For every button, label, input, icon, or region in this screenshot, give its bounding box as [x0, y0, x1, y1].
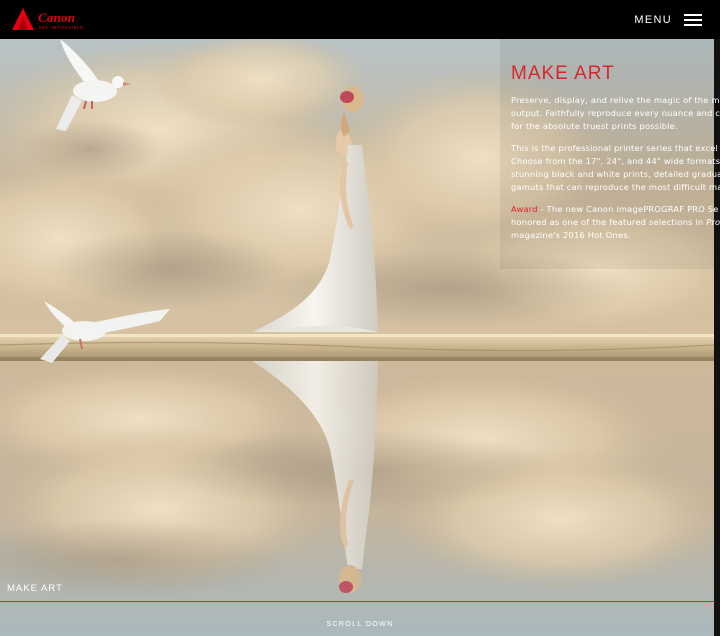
series-line: Choose from the 17", 24", and 44" wide f… — [511, 156, 720, 166]
series-line: gamuts that can reproduce the most diffi… — [511, 182, 720, 192]
award-line: Award - The new Canon imagePROGRAF PRO S… — [511, 203, 720, 216]
series-paragraph: This is the professional printer series … — [511, 142, 720, 194]
award-link[interactable]: Award — [511, 204, 538, 214]
canon-emblem-icon — [12, 8, 34, 30]
hero-title: MAKE ART — [511, 63, 615, 84]
brand-wordmark: Canon — [38, 10, 76, 25]
scroll-down-link[interactable]: SCROLL DOWN — [0, 621, 720, 628]
intro-line: output. Faithfully reproduce every nuanc… — [511, 108, 720, 118]
menu-label: MENU — [634, 14, 672, 26]
award-line-text: - The new Canon imagePROGRAF PRO Se — [537, 204, 719, 214]
award-line-text: honored as one of the featured selection… — [511, 217, 707, 227]
progress-divider — [0, 601, 714, 602]
menu-button[interactable]: MENU — [634, 12, 702, 28]
canon-logo[interactable]: Canon SEE IMPOSSIBLE — [10, 6, 84, 34]
hamburger-icon — [684, 14, 702, 26]
award-paragraph: Award - The new Canon imagePROGRAF PRO S… — [511, 203, 720, 242]
hero-text-panel: MAKE ART Preserve, display, and relive t… — [511, 63, 720, 242]
top-navigation-bar: Canon SEE IMPOSSIBLE MENU — [0, 0, 720, 39]
award-line: honored as one of the featured selection… — [511, 216, 720, 229]
series-line: This is the professional printer series … — [511, 143, 719, 153]
section-label: MAKE ART — [7, 583, 63, 594]
intro-line: for the absolute truest prints possible. — [511, 121, 678, 131]
intro-paragraph: Preserve, display, and relive the magic … — [511, 94, 720, 133]
canon-landing-page: Canon SEE IMPOSSIBLE MENU MAKE ART Prese… — [0, 0, 720, 636]
intro-line: Preserve, display, and relive the magic … — [511, 95, 720, 105]
award-line: magazine's 2016 Hot Ones. — [511, 230, 631, 240]
brand-tagline: SEE IMPOSSIBLE — [38, 25, 84, 30]
series-line: stunning black and white prints, detaile… — [511, 169, 720, 179]
magazine-name: Pro — [706, 217, 720, 227]
